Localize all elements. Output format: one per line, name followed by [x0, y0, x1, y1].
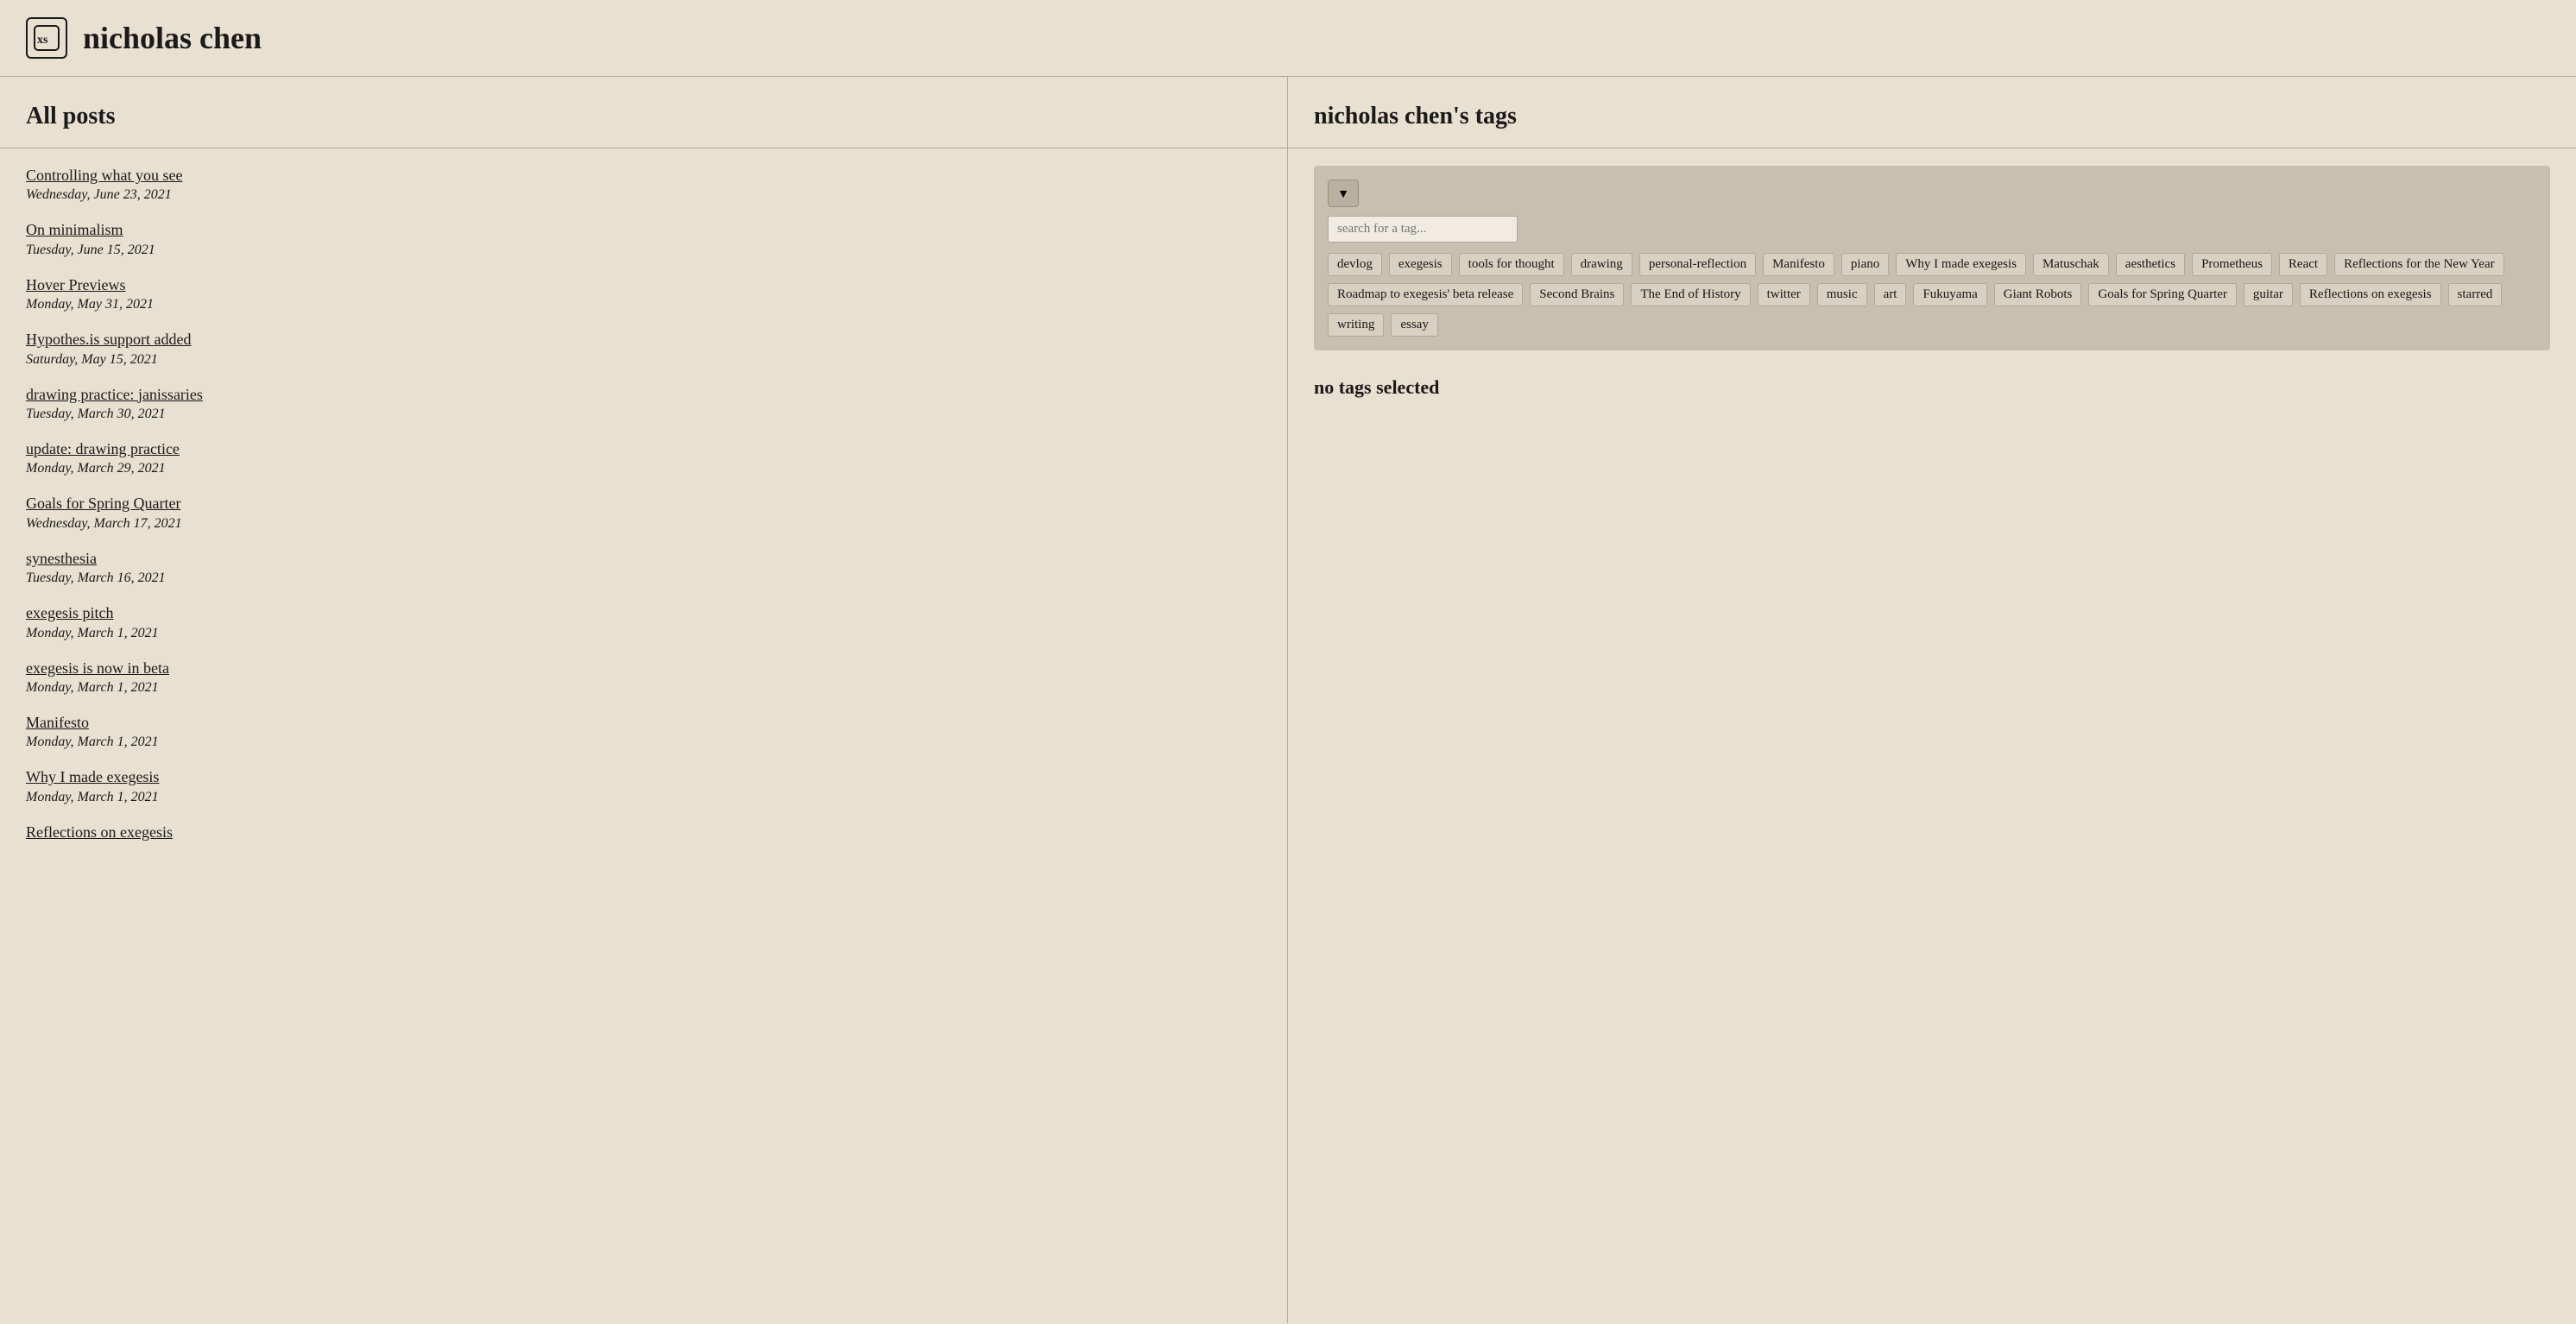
tags-section: ▼ devlog exegesis tools for thought drawing… — [1288, 148, 2576, 416]
post-link[interactable]: On minimalism — [26, 220, 1261, 240]
post-link[interactable]: Reflections on exegesis — [26, 823, 1261, 842]
post-link[interactable]: drawing practice: janissaries — [26, 385, 1261, 405]
list-item: drawing practice: janissaries Tuesday, Ma… — [26, 385, 1261, 422]
post-date: Saturday, May 15, 2021 — [26, 352, 1261, 368]
main-container: All posts Controlling what you seeWednes… — [0, 77, 2576, 1323]
tag-search-input[interactable] — [1328, 216, 1518, 243]
post-date: Monday, March 1, 2021 — [26, 735, 1261, 750]
tag-pill[interactable]: twitter — [1758, 283, 1810, 306]
tag-pill[interactable]: React — [2279, 253, 2327, 276]
site-header: xs nicholas chen — [0, 0, 2576, 77]
post-link[interactable]: exegesis pitch — [26, 603, 1261, 623]
tag-pill[interactable]: guitar — [2244, 283, 2293, 306]
filter-icon-row: ▼ — [1328, 180, 2536, 207]
right-panel: nicholas chen's tags ▼ devlog exegesis too… — [1288, 77, 2576, 1323]
tag-pill[interactable]: Roadmap to exegesis' beta release — [1328, 283, 1523, 306]
list-item: Reflections on exegesis — [26, 823, 1261, 842]
all-posts-title: All posts — [26, 103, 1261, 130]
list-item: Hypothes.is support added Saturday, May 1… — [26, 330, 1261, 367]
tag-pill[interactable]: art — [1874, 283, 1907, 306]
post-link[interactable]: Manifesto — [26, 713, 1261, 733]
post-link[interactable]: Hover Previews — [26, 275, 1261, 295]
tag-pill[interactable]: Reflections for the New Year — [2334, 253, 2504, 276]
post-link[interactable]: Hypothes.is support added — [26, 330, 1261, 350]
post-date: Monday, May 31, 2021 — [26, 297, 1261, 312]
tag-pill[interactable]: piano — [1841, 253, 1889, 276]
tag-pill[interactable]: The End of History — [1631, 283, 1750, 306]
list-item: exegesis is now in beta Monday, March 1, … — [26, 659, 1261, 696]
no-tags-label: no tags selected — [1314, 376, 2550, 399]
tag-pill[interactable]: personal-reflection — [1639, 253, 1756, 276]
tag-pill[interactable]: Goals for Spring Quarter — [2088, 283, 2237, 306]
tag-pill[interactable]: drawing — [1571, 253, 1632, 276]
right-panel-header: nicholas chen's tags — [1288, 77, 2576, 148]
list-item: On minimalism Tuesday, June 15, 2021 — [26, 220, 1261, 257]
post-date: Monday, March 1, 2021 — [26, 790, 1261, 805]
list-item: Controlling what you seeWednesday, June … — [26, 166, 1261, 203]
tag-pill[interactable]: devlog — [1328, 253, 1382, 276]
tag-pill[interactable]: Prometheus — [2192, 253, 2272, 276]
tag-pill[interactable]: essay — [1391, 313, 1438, 337]
tag-pill[interactable]: Second Brains — [1530, 283, 1624, 306]
tag-pill[interactable]: Manifesto — [1763, 253, 1834, 276]
tags-cloud: devlog exegesis tools for thought drawing pe… — [1328, 253, 2536, 337]
tag-pill[interactable]: Why I made exegesis — [1896, 253, 2026, 276]
tag-pill[interactable]: aesthetics — [2116, 253, 2185, 276]
post-date: Tuesday, March 30, 2021 — [26, 407, 1261, 422]
post-date: Monday, March 29, 2021 — [26, 461, 1261, 476]
post-link[interactable]: synesthesia — [26, 549, 1261, 569]
tag-pill[interactable]: music — [1817, 283, 1867, 306]
post-date: Tuesday, June 15, 2021 — [26, 243, 1261, 258]
tag-pill[interactable]: Reflections on exegesis — [2300, 283, 2441, 306]
post-link[interactable]: update: drawing practice — [26, 439, 1261, 459]
post-date: Wednesday, June 23, 2021 — [26, 187, 1261, 203]
tag-pill[interactable]: starred — [2448, 283, 2503, 306]
posts-list: Controlling what you seeWednesday, June … — [0, 148, 1287, 877]
post-date: Monday, March 1, 2021 — [26, 680, 1261, 696]
list-item: synesthesia Tuesday, March 16, 2021 — [26, 549, 1261, 586]
tag-pill[interactable]: Giant Robots — [1994, 283, 2082, 306]
post-link[interactable]: Why I made exegesis — [26, 767, 1261, 787]
tag-pill[interactable]: tools for thought — [1459, 253, 1564, 276]
list-item: Why I made exegesis Monday, March 1, 2021 — [26, 767, 1261, 804]
tags-filter-box: ▼ devlog exegesis tools for thought drawing… — [1314, 166, 2550, 350]
post-link[interactable]: Controlling what you see — [26, 166, 1261, 186]
post-link[interactable]: Goals for Spring Quarter — [26, 494, 1261, 514]
tag-pill[interactable]: writing — [1328, 313, 1384, 337]
list-item: Hover Previews Monday, May 31, 2021 — [26, 275, 1261, 312]
svg-text:xs: xs — [37, 34, 48, 47]
list-item: Goals for Spring Quarter Wednesday, March… — [26, 494, 1261, 531]
tag-pill[interactable]: exegesis — [1389, 253, 1452, 276]
post-date: Wednesday, March 17, 2021 — [26, 516, 1261, 532]
post-link[interactable]: exegesis is now in beta — [26, 659, 1261, 678]
list-item: exegesis pitch Monday, March 1, 2021 — [26, 603, 1261, 640]
tag-pill[interactable]: Fukuyama — [1913, 283, 1986, 306]
site-title: nicholas chen — [83, 20, 262, 56]
left-panel-header: All posts — [0, 77, 1287, 148]
list-item: update: drawing practice Monday, March 29… — [26, 439, 1261, 476]
site-logo-icon: xs — [26, 17, 67, 59]
tag-pill[interactable]: Matuschak — [2033, 253, 2109, 276]
post-date: Tuesday, March 16, 2021 — [26, 571, 1261, 586]
list-item: Manifesto Monday, March 1, 2021 — [26, 713, 1261, 750]
filter-icon-button[interactable]: ▼ — [1328, 180, 1359, 207]
left-panel: All posts Controlling what you seeWednes… — [0, 77, 1288, 1323]
post-date: Monday, March 1, 2021 — [26, 626, 1261, 641]
tags-title: nicholas chen's tags — [1314, 103, 2550, 130]
